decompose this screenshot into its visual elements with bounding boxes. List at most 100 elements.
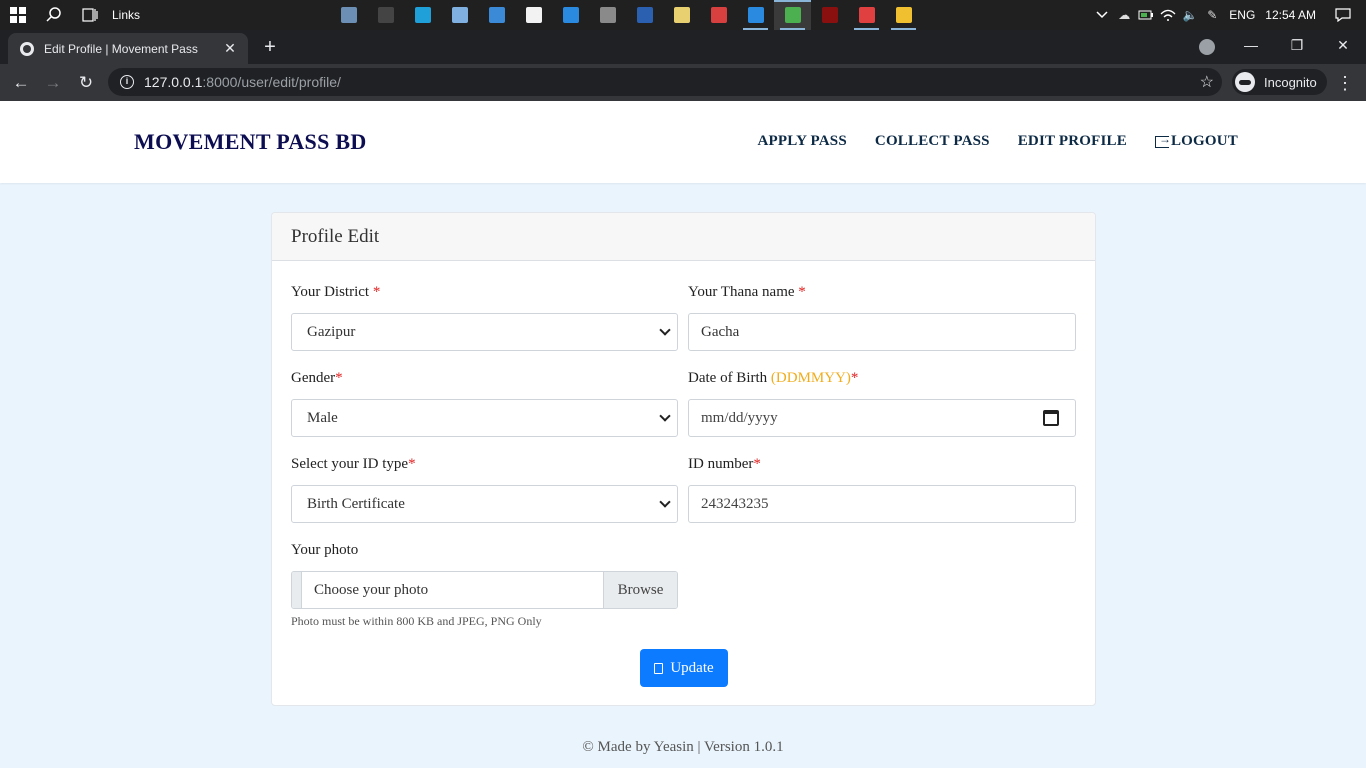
required-mark: * [408, 456, 416, 472]
required-mark: * [335, 370, 343, 386]
search-icon [46, 7, 61, 22]
globe-icon [20, 41, 34, 56]
windows-start-button[interactable] [0, 0, 36, 30]
site-info-icon[interactable]: i [120, 75, 134, 89]
site-brand[interactable]: MOVEMENT PASS BD [134, 129, 367, 155]
vscode-app-icon[interactable] [737, 0, 774, 30]
update-button[interactable]: Update [640, 649, 728, 687]
photo-placeholder: Choose your photo [314, 581, 429, 598]
page-footer: © Made by Yeasin | Version 1.0.1 [582, 739, 784, 755]
notes-app-icon[interactable] [663, 0, 700, 30]
address-bar[interactable]: i 127.0.0.1:8000/user/edit/profile/ ☆ [108, 68, 1222, 96]
windows-logo-icon [10, 7, 26, 23]
cloud-icon[interactable]: ☁ [1113, 0, 1135, 30]
pen-icon[interactable]: ✎ [1201, 0, 1223, 30]
reload-icon[interactable]: ↻ [73, 70, 99, 96]
terminal-app-icon[interactable] [367, 0, 404, 30]
photos-app-icon[interactable] [330, 0, 367, 30]
browser-toolbar: ← → ↻ i 127.0.0.1:8000/user/edit/profile… [0, 64, 1366, 101]
media-app-icon[interactable] [811, 0, 848, 30]
language-indicator[interactable]: ENG [1229, 8, 1255, 22]
mail-app-icon[interactable] [552, 0, 589, 30]
close-tab-icon[interactable]: ✕ [222, 40, 238, 57]
back-arrow-icon[interactable]: ← [8, 70, 34, 96]
nav-edit-profile[interactable]: EDIT PROFILE [1018, 133, 1127, 150]
district-select[interactable]: Gazipur [291, 313, 678, 351]
chevron-down-icon [658, 496, 672, 510]
minimize-window-icon[interactable]: — [1228, 30, 1274, 60]
nav-apply-pass[interactable]: APPLY PASS [758, 133, 847, 150]
app-glyph [895, 7, 912, 23]
notepad-app-icon[interactable] [441, 0, 478, 30]
thana-value: Gacha [701, 323, 740, 340]
browser-tab[interactable]: Edit Profile | Movement Pass ✕ [8, 33, 248, 64]
taskbar-app-list [330, 0, 922, 30]
explorer-app-icon[interactable] [885, 0, 922, 30]
required-mark: * [850, 370, 859, 386]
task-view-button[interactable] [72, 0, 108, 30]
url-host: 127.0.0.1 [144, 74, 203, 90]
notifications-icon[interactable] [1332, 0, 1354, 30]
gender-label: Gender* [291, 370, 343, 387]
nav-links: APPLY PASS COLLECT PASS EDIT PROFILE LOG… [730, 132, 1238, 150]
volume-icon[interactable]: 🔈 [1179, 0, 1201, 30]
thana-label: Your Thana name * [688, 284, 806, 301]
chevron-down-icon [658, 324, 672, 338]
new-tab-button[interactable]: + [258, 35, 282, 59]
paint-app-icon[interactable] [700, 0, 737, 30]
gender-select[interactable]: Male [291, 399, 678, 437]
dob-format-hint: (DDMMYY) [770, 370, 851, 386]
app-glyph [784, 7, 801, 23]
task-view-icon [82, 8, 98, 22]
app-glyph [673, 7, 690, 23]
dob-label: Date of Birth (DDMMYY)* [688, 370, 858, 387]
bookmark-star-icon[interactable]: ☆ [1200, 72, 1214, 92]
app-glyph [340, 7, 357, 23]
browse-button[interactable]: Browse [603, 572, 677, 608]
browser-tab-strip: Edit Profile | Movement Pass ✕ + — ❐ ✕ [0, 30, 1366, 64]
app-glyph [488, 7, 505, 23]
chrome-app-icon[interactable] [774, 0, 811, 30]
nav-logout-label: LOGOUT [1170, 133, 1238, 149]
nav-collect-pass[interactable]: COLLECT PASS [875, 133, 990, 150]
dob-label-text: Date of Birth [688, 370, 768, 386]
store-app-icon[interactable] [515, 0, 552, 30]
profile-edit-card: Profile Edit Your District * Gazipur You… [271, 212, 1096, 706]
app-glyph [747, 7, 764, 23]
calendar-icon[interactable] [1043, 410, 1059, 426]
nav-logout[interactable]: LOGOUT [1154, 132, 1238, 150]
word-app-icon[interactable] [626, 0, 663, 30]
battery-icon[interactable] [1135, 0, 1157, 30]
app-glyph [710, 7, 727, 23]
forward-arrow-icon[interactable]: → [40, 70, 66, 96]
dob-date-input[interactable]: mm/dd/yyyy [688, 399, 1076, 437]
thana-input[interactable]: Gacha [688, 313, 1076, 351]
logout-icon [1154, 132, 1171, 148]
idnumber-input[interactable]: 243243235 [688, 485, 1076, 523]
required-mark: * [753, 456, 761, 472]
save-icon [654, 662, 664, 674]
incognito-indicator[interactable]: Incognito [1232, 69, 1327, 95]
app-glyph [562, 7, 579, 23]
app-glyph [858, 7, 875, 23]
clock[interactable]: 12:54 AM [1265, 8, 1316, 22]
photo-file-input[interactable]: Choose your photo Browse [291, 571, 678, 609]
site-navbar: MOVEMENT PASS BD APPLY PASS COLLECT PASS… [0, 101, 1366, 183]
idtype-select[interactable]: Birth Certificate [291, 485, 678, 523]
calculator-app-icon[interactable] [589, 0, 626, 30]
dob-placeholder: mm/dd/yyyy [701, 409, 778, 426]
tab-search-icon[interactable] [1199, 39, 1215, 55]
wifi-icon[interactable] [1157, 0, 1179, 30]
idtype-value: Birth Certificate [307, 495, 405, 512]
show-hidden-icons-chevron-icon[interactable] [1091, 0, 1113, 30]
links-toolbar[interactable]: Links [112, 8, 140, 22]
desktop-app-icon[interactable] [478, 0, 515, 30]
edge-app-icon[interactable] [404, 0, 441, 30]
app-glyph [451, 7, 468, 23]
district-label-text: Your District [291, 284, 370, 300]
browser-menu-icon[interactable]: ⋮ [1336, 70, 1354, 96]
taskbar-search-button[interactable] [36, 0, 72, 30]
recorder-app-icon[interactable] [848, 0, 885, 30]
close-window-icon[interactable]: ✕ [1320, 30, 1366, 60]
restore-window-icon[interactable]: ❐ [1274, 30, 1320, 60]
